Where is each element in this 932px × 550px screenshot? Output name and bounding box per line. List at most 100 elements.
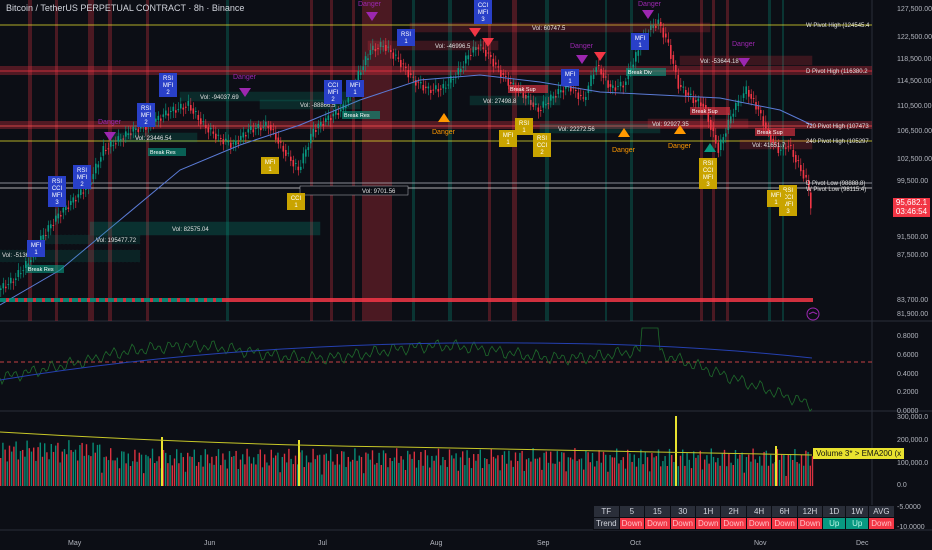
pivot-label: W Pivot Low (98115.4)	[806, 187, 866, 193]
time-tick: May	[68, 540, 82, 547]
volume-tick: -5.0000	[897, 504, 921, 511]
danger-label: Danger	[358, 1, 382, 8]
badge-text: CCI	[291, 196, 302, 202]
trend-cell: Down	[796, 517, 824, 530]
volume-tick: 0.0	[897, 482, 907, 489]
badge-text: MFI	[31, 243, 42, 249]
trend-strip	[0, 298, 813, 302]
osc-tick: 0.4000	[897, 371, 919, 378]
time-tick: Sep	[537, 540, 550, 547]
danger-label: Danger	[638, 1, 662, 8]
price-tick: 118,500.00	[897, 56, 932, 63]
vol-box-label: Vol: 92927.35	[652, 122, 689, 128]
danger-label: Danger	[612, 147, 636, 154]
danger-down-marker	[576, 55, 588, 64]
symbol-title[interactable]: Bitcoin / TetherUS PERPETUAL CONTRACT · …	[6, 3, 244, 13]
badge-text: MFI	[503, 133, 514, 139]
badge-text: RSI	[163, 76, 173, 82]
tradingview-icon[interactable]	[806, 307, 820, 321]
pivot-label: D Pivot High (116380.2	[806, 69, 868, 75]
time-tick: Jun	[204, 540, 215, 547]
trend-header-cell: 12H	[796, 505, 824, 518]
pivot-label: 720 Pivot High (107473	[806, 124, 869, 130]
trend-table-row: Trend Down Down Down Down Down Down Down Down Up U…	[593, 517, 895, 530]
trend-cell: Up	[845, 517, 870, 530]
danger-label: Danger	[98, 119, 122, 126]
vol-box-label: Vol: -53644.18	[700, 59, 739, 65]
vol-box-label: Vol: 9701.56	[362, 189, 396, 195]
danger-down-marker	[594, 52, 606, 61]
trend-cell: Down	[720, 517, 747, 530]
badge-text: RSI	[537, 136, 547, 142]
badge-text: RSI	[519, 121, 529, 127]
volume-tick: 300,000.0	[897, 414, 928, 421]
danger-label: Danger	[233, 74, 257, 81]
break-res-label: Break Res	[150, 150, 176, 156]
badge-text: MFI	[565, 72, 576, 78]
break-sup-label: Break Sup	[510, 87, 536, 93]
price-tick: 114,500.00	[897, 78, 932, 85]
price-tick: 106,500.00	[897, 128, 932, 135]
price-tick: 81,900.00	[897, 311, 928, 318]
trend-cell: Down	[868, 517, 895, 530]
trend-header-cell: AVG	[868, 505, 895, 518]
trend-header-cell: 15	[644, 505, 671, 518]
time-tick: Dec	[856, 540, 869, 547]
trend-header-cell: 5	[618, 505, 646, 518]
break-res-label: Break Res	[344, 113, 370, 119]
time-tick: Jul	[318, 540, 327, 547]
break-sup-label: Break Sup	[757, 130, 783, 136]
badge-text: MFI	[141, 113, 152, 119]
oscillator-ma-line	[0, 342, 813, 381]
badge-text: RSI	[401, 32, 411, 38]
trend-cell: Down	[694, 517, 722, 530]
volume-tick: -10.0000	[897, 524, 925, 531]
badge-text: RSI	[141, 106, 151, 112]
oscillator-line	[0, 327, 813, 412]
badge-text: MFI	[703, 175, 714, 181]
pivot-label: W Pivot High (124545.4	[806, 23, 870, 29]
time-tick: Oct	[630, 540, 641, 547]
panel-separators	[0, 0, 932, 531]
osc-tick: 0.6000	[897, 352, 919, 359]
chart-canvas[interactable]: Vol: 60747.5 Vol: -46996.5 Vol: -53644.1…	[0, 0, 932, 550]
volume-bars	[0, 416, 814, 486]
danger-down-marker	[642, 10, 654, 19]
oscillator-axis: 0.80000.60000.40000.20000.0000	[897, 333, 919, 415]
danger-label: Danger	[668, 143, 692, 150]
badge-text: MFI	[77, 175, 88, 181]
vol-box-label: Vol: 195477.72	[96, 238, 137, 244]
volume-tick: 100,000.0	[897, 460, 928, 467]
osc-tick: 0.8000	[897, 333, 919, 340]
price-tick: 87,500.00	[897, 252, 928, 259]
badge-text: MFI	[771, 193, 782, 199]
trend-cell: Down	[669, 517, 696, 530]
trend-cell: Up	[822, 517, 847, 530]
danger-down-marker	[469, 28, 481, 37]
vol-box-label: Vol: 22272.56	[558, 127, 595, 133]
volume-ema-legend: Volume 3* > EMA200 (x	[813, 448, 905, 459]
trend-header-cell: 2H	[720, 505, 747, 518]
badge-text: MFI	[163, 83, 174, 89]
price-tick: 91,500.00	[897, 234, 928, 241]
badge-text: CCI	[703, 168, 714, 174]
trend-table-header: TF 5 15 30 1H 2H 4H 6H 12H 1D 1W AVG	[593, 505, 895, 518]
price-axis: 127,500.00 122,500.00 118,500.00 114,500.00…	[897, 6, 932, 318]
price-tick: 102,500.00	[897, 156, 932, 163]
vol-box-label: Vol: 41651.7	[752, 143, 786, 149]
price-tick: 122,500.00	[897, 34, 932, 41]
trend-header-cell: 1D	[822, 505, 847, 518]
badge-text: CCI	[328, 83, 339, 89]
badge-text: MFI	[265, 160, 276, 166]
danger-label: Danger	[432, 129, 456, 136]
trend-cell: Down	[618, 517, 646, 530]
break-div-label: Break Div	[628, 70, 652, 76]
osc-tick: 0.2000	[897, 389, 919, 396]
badge-text: RSI	[77, 168, 87, 174]
vol-box-label: Vol: 60747.5	[532, 26, 566, 32]
badge-text: MFI	[478, 10, 489, 16]
danger-label: Danger	[570, 43, 594, 50]
break-labels: Break Res Break Res Break Res Break Sup …	[26, 68, 795, 273]
vol-box-label: Vol: -94037.69	[200, 95, 239, 101]
badge-text: RSI	[52, 179, 62, 185]
